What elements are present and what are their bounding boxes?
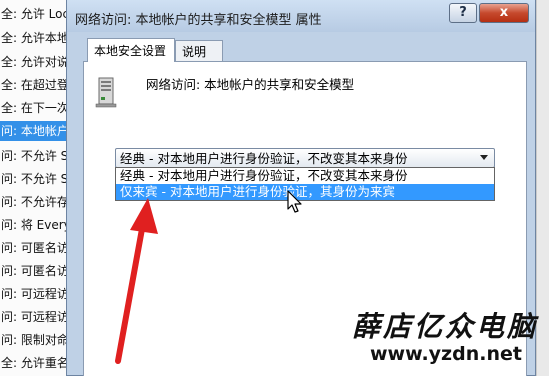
security-model-select[interactable]: 经典 - 对本地用户进行身份验证，不改变其本来身份 (115, 148, 495, 168)
policy-list-item[interactable]: 问: 可匿名访 (0, 238, 69, 258)
option-guest-only[interactable]: 仅来宾 - 对本地用户进行身份验证，其身份为来宾 (116, 184, 494, 200)
policy-list-item[interactable]: 全: 允许重名 (0, 353, 69, 373)
watermark-url: www.yzdn.net (370, 343, 522, 365)
red-arrow-annotation (115, 198, 158, 364)
watermark-name: 薛店亿众电脑 (352, 310, 539, 343)
select-value: 经典 - 对本地用户进行身份验证，不改变其本来身份 (120, 151, 408, 166)
chevron-down-icon[interactable] (480, 155, 488, 160)
dialog-title: 网络访问: 本地帐户的共享和安全模型 属性 (75, 13, 322, 28)
policy-list-item[interactable]: 问: 限制对命 (0, 330, 69, 350)
help-button[interactable]: ? (449, 3, 477, 23)
policy-list-item[interactable]: 全: 允许 Loc (0, 4, 69, 24)
option-classic[interactable]: 经典 - 对本地用户进行身份验证，不改变其本来身份 (116, 168, 494, 184)
dialog-titlebar[interactable]: 网络访问: 本地帐户的共享和安全模型 属性 ? x (67, 0, 535, 32)
policy-list-item[interactable]: 问: 将 Every (0, 215, 71, 235)
policy-list-item[interactable]: 全: 在下一次 (0, 98, 69, 118)
tab-explain[interactable]: 说明 (175, 40, 223, 62)
server-policy-icon (95, 77, 117, 108)
policy-title: 网络访问: 本地帐户的共享和安全模型 (146, 77, 355, 92)
watermark: 薛店亿众电脑 www.yzdn.net (352, 312, 538, 366)
policy-list-item[interactable]: 全: 在超过登 (0, 75, 69, 95)
tab-local-security-setting[interactable]: 本地安全设置 (87, 38, 175, 62)
policy-list-item[interactable]: 问: 不允许 S (0, 146, 68, 166)
close-button[interactable]: x (479, 3, 529, 23)
mouse-pointer-icon (287, 190, 302, 213)
policy-list-item[interactable]: 问: 不允许 S (0, 169, 68, 189)
policy-list-item[interactable]: 问: 不允许存 (0, 192, 69, 212)
policy-list-item[interactable]: 全: 允许本地 (0, 28, 69, 48)
policy-list-item[interactable]: 问: 可远程访 (0, 284, 69, 304)
policy-list-item[interactable]: 问: 可匿名访 (0, 261, 69, 281)
policy-list-item[interactable]: 全: 允许对说 (0, 52, 69, 72)
policy-list-item[interactable]: 问: 可远程访 (0, 307, 69, 327)
dropdown-list: 经典 - 对本地用户进行身份验证，不改变其本来身份 仅来宾 - 对本地用户进行身… (115, 167, 495, 201)
